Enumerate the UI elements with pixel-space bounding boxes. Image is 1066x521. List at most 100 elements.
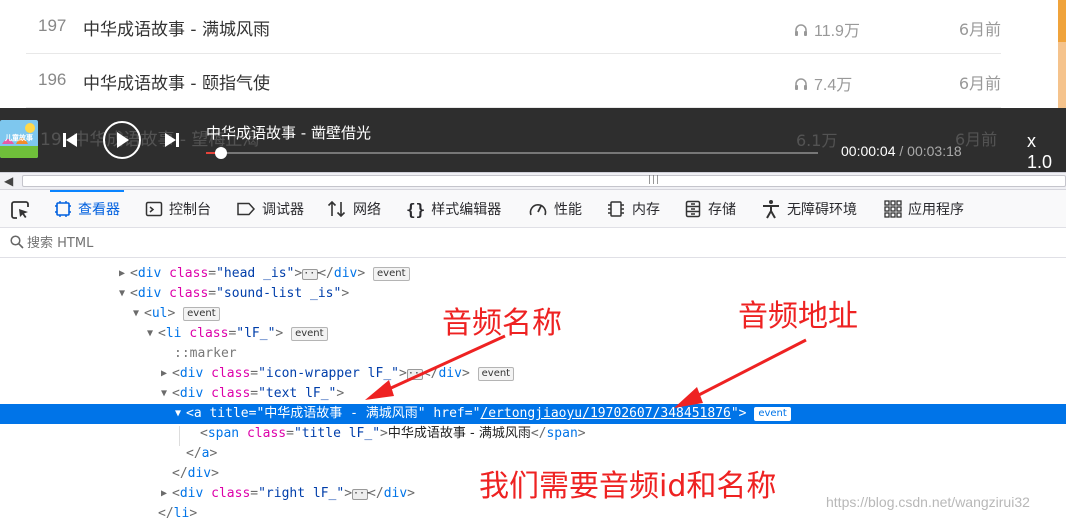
event-badge[interactable]: event	[373, 267, 410, 281]
time-readout: 00:00:04 / 00:03:18	[841, 143, 962, 159]
annotation-need: 我们需要音频id和名称	[479, 469, 777, 504]
headphones-icon	[795, 23, 807, 36]
expand-icon[interactable]: ▶	[161, 484, 171, 504]
element-picker-button[interactable]	[10, 200, 30, 220]
storage-icon	[685, 200, 701, 218]
duration: 00:03:18	[907, 143, 962, 159]
tree-node-marker[interactable]: ::marker	[0, 344, 1066, 364]
accessibility-icon	[763, 200, 779, 219]
play-count-value: 7.4万	[814, 77, 853, 94]
tree-node-div-text[interactable]: ▼ <div class="text lF_">	[0, 384, 1066, 404]
previous-track-button[interactable]	[61, 130, 79, 150]
inspector-icon	[55, 201, 71, 217]
audio-player: 19 中华成语故事 - 望梅止渴 6.1万 6月前 儿童故事 中华成语故事 - …	[0, 108, 1066, 172]
collapsed-content-icon[interactable]: ···	[406, 369, 426, 380]
play-icon	[117, 132, 129, 148]
tab-memory[interactable]: 内存	[606, 190, 660, 228]
tab-storage[interactable]: 存储	[684, 190, 736, 228]
collapse-icon[interactable]: ▼	[147, 324, 157, 344]
tree-node-a-selected[interactable]: ▼ <a title="中华成语故事 - 满城风雨" href="/ertong…	[0, 404, 1066, 424]
progress-bar[interactable]	[206, 147, 818, 159]
tab-label: 内存	[632, 202, 660, 218]
tab-label: 存储	[708, 202, 736, 218]
event-badge[interactable]: event	[291, 327, 328, 341]
tab-accessibility[interactable]: 无障碍环境	[761, 190, 857, 228]
annotation-audio-name: 音频名称	[442, 306, 562, 341]
search-icon	[10, 235, 24, 249]
expand-icon[interactable]: ▶	[161, 364, 171, 384]
tab-label: 无障碍环境	[787, 202, 857, 218]
playback-speed-button[interactable]: x 1.0	[1027, 131, 1066, 172]
album-cover-image[interactable]: 儿童故事	[0, 120, 38, 158]
skip-previous-icon	[63, 133, 77, 147]
network-icon	[327, 200, 346, 218]
event-badge[interactable]: event	[183, 307, 220, 321]
tab-debugger[interactable]: 调试器	[236, 190, 304, 228]
next-track-button[interactable]	[163, 130, 181, 150]
time-separator: /	[895, 143, 908, 159]
tab-performance[interactable]: 性能	[528, 190, 582, 228]
now-playing-title: 中华成语故事 - 凿壁借光	[206, 124, 371, 142]
svg-text:儿童故事: 儿童故事	[4, 133, 33, 142]
upload-time: 6月前	[958, 20, 1001, 39]
headphones-icon	[795, 77, 807, 90]
application-icon	[884, 200, 902, 218]
collapsed-content-icon[interactable]: ···	[352, 489, 371, 500]
list-item[interactable]: 196 中华成语故事 - 颐指气使 7.4万 6月前	[26, 54, 1001, 108]
splitter-grip-icon[interactable]: |||	[648, 175, 660, 185]
event-badge[interactable]: event	[477, 367, 515, 381]
tab-inspector[interactable]: 查看器	[50, 190, 124, 228]
annotation-audio-url: 音频地址	[738, 299, 858, 334]
obscured-play-count: 6.1万	[796, 131, 838, 150]
track-title[interactable]: 中华成语故事 - 颐指气使	[83, 69, 270, 94]
tree-node-div-icon-wrapper[interactable]: ▶ <div class="icon-wrapper lF_">···</div…	[0, 364, 1066, 384]
tab-label: 性能	[554, 202, 582, 218]
skip-next-icon	[165, 133, 179, 147]
scrollbar-thumb[interactable]	[22, 175, 1066, 187]
collapsed-content-icon[interactable]: ···	[302, 269, 321, 280]
upload-time: 6月前	[958, 74, 1001, 93]
tab-label: 控制台	[169, 202, 211, 218]
collapse-icon[interactable]: ▼	[119, 284, 129, 304]
performance-icon	[529, 204, 547, 216]
tab-label: 调试器	[262, 202, 304, 218]
tab-network[interactable]: 网络	[327, 190, 381, 228]
tab-label: 查看器	[78, 202, 120, 218]
progress-knob[interactable]	[215, 147, 228, 159]
track-title[interactable]: 中华成语故事 - 满城风雨	[83, 15, 270, 40]
style-editor-icon: {}	[406, 199, 426, 219]
console-icon	[145, 201, 163, 217]
tree-node-span-title[interactable]: <span class="title lF_">中华成语故事 - 满城风雨</s…	[0, 424, 1066, 444]
watermark: https://blog.csdn.net/wangzirui32	[826, 494, 1030, 510]
html-search-bar	[0, 228, 1066, 258]
expand-icon[interactable]: ▶	[119, 264, 129, 284]
play-count: 7.4万	[794, 71, 852, 95]
list-item[interactable]: 197 中华成语故事 - 满城风雨 11.9万 6月前	[26, 0, 1001, 54]
scroll-left-icon[interactable]: ◀	[4, 174, 13, 188]
href-link[interactable]: /ertongjiaoyu/19702607/348451876	[480, 406, 730, 421]
tab-label: 应用程序	[908, 202, 964, 218]
tree-node-div-head[interactable]: ▶ <div class="head _is">···</div> event	[0, 264, 1066, 284]
collapse-icon[interactable]: ▼	[161, 384, 171, 404]
play-pause-button[interactable]	[103, 121, 141, 159]
track-number: 196	[38, 70, 67, 89]
search-html-input[interactable]	[27, 233, 427, 253]
play-count: 11.9万	[794, 17, 860, 41]
audio-list: 197 中华成语故事 - 满城风雨 11.9万 6月前 196 中华成语故事 -…	[0, 0, 1066, 108]
sidebar-edge-accent	[1058, 0, 1066, 42]
debugger-icon	[237, 202, 256, 216]
tab-console[interactable]: 控制台	[145, 190, 211, 228]
track-number: 197	[38, 16, 67, 35]
collapse-icon[interactable]: ▼	[175, 404, 185, 424]
current-time: 00:00:04	[841, 143, 896, 159]
collapse-icon[interactable]: ▼	[133, 304, 143, 324]
tab-style-editor[interactable]: {} 样式编辑器	[406, 190, 501, 228]
play-count-value: 11.9万	[814, 23, 860, 40]
event-badge[interactable]: event	[754, 407, 791, 421]
devtools-toolbar: 查看器 控制台 调试器 网络 {} 样式编辑器 性能 内存 存储 无障碍环境 应…	[0, 190, 1066, 228]
tab-label: 样式编辑器	[431, 202, 502, 218]
element-picker-icon	[11, 201, 29, 219]
tab-application[interactable]: 应用程序	[884, 190, 964, 228]
horizontal-scrollbar[interactable]: ◀ |||	[0, 172, 1066, 190]
memory-icon	[608, 201, 624, 217]
